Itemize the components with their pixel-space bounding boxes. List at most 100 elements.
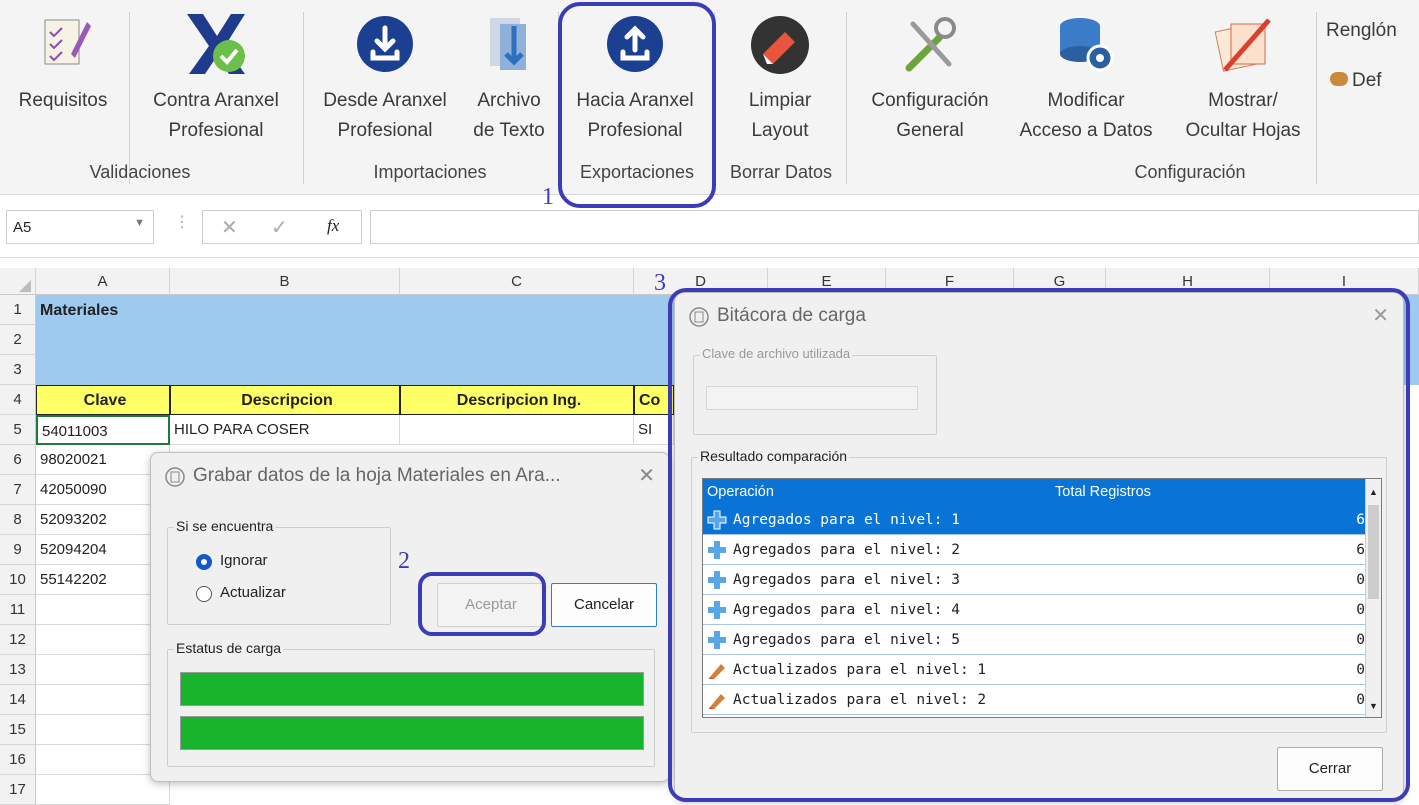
cell-b5[interactable]: HILO PARA COSER <box>170 415 400 445</box>
contra-aranxel-button[interactable]: Contra Aranxel Profesional <box>136 0 296 160</box>
bitacora-dialog: Bitácora de carga ✕ Clave de archivo uti… <box>674 292 1404 800</box>
clave-archivo-group: Clave de archivo utilizada <box>693 346 937 435</box>
row-header[interactable]: 11 <box>0 595 36 625</box>
renglon-label[interactable]: Renglón <box>1326 20 1397 42</box>
cancel-icon[interactable]: ✕ <box>221 215 238 240</box>
scroll-down-icon[interactable]: ▼ <box>1369 701 1378 711</box>
row-header[interactable]: 14 <box>0 685 36 715</box>
download-icon <box>357 16 413 72</box>
list-item[interactable]: Agregados para el nivel: 40 <box>703 595 1369 625</box>
row-header[interactable]: 6 <box>0 445 36 475</box>
column-header-a[interactable]: A <box>36 268 170 295</box>
group-borrar-datos: Borrar Datos <box>729 162 833 182</box>
upload-icon <box>607 16 663 72</box>
close-icon[interactable]: ✕ <box>1372 303 1389 328</box>
aceptar-button[interactable]: Aceptar <box>437 583 545 627</box>
cell[interactable] <box>36 775 170 805</box>
actualizar-label: Actualizar <box>220 584 286 601</box>
radio-empty-icon <box>196 586 212 602</box>
select-all-corner[interactable] <box>0 268 36 295</box>
list-item[interactable]: Agregados para el nivel: 16 <box>703 505 1369 535</box>
mostrar-label: Mostrar/Ocultar Hojas <box>1185 90 1301 141</box>
configuracion-general-button[interactable]: Configuración General <box>856 0 1004 160</box>
hacia-aranxel-button[interactable]: Hacia Aranxel Profesional <box>560 0 710 160</box>
limpiar-layout-button[interactable]: Limpiar Layout <box>720 0 840 160</box>
chevron-down-icon[interactable]: ▼ <box>134 217 145 229</box>
formula-input[interactable] <box>370 210 1419 244</box>
row-header[interactable]: 9 <box>0 535 36 565</box>
function-icon[interactable]: fx <box>327 216 339 236</box>
group-validaciones: Validaciones <box>89 162 191 182</box>
sheet-title[interactable]: Materiales <box>40 302 118 320</box>
row-header[interactable]: 5 <box>0 415 36 445</box>
scroll-thumb[interactable] <box>1368 505 1379 599</box>
archivo-texto-button[interactable]: Archivo de Texto <box>464 0 554 160</box>
column-header-row: A B C D E F G H I <box>0 268 1419 295</box>
column-header-i[interactable]: I <box>1270 268 1419 295</box>
close-icon[interactable]: ✕ <box>638 463 655 488</box>
column-header-g[interactable]: G <box>1014 268 1106 295</box>
row-header[interactable]: 7 <box>0 475 36 505</box>
formula-actions: ✕ ✓ fx <box>202 210 362 244</box>
contra-label: Contra Aranxel Profesional <box>153 90 279 141</box>
row-header[interactable]: 15 <box>0 715 36 745</box>
check-icon[interactable]: ✓ <box>271 215 288 240</box>
row-header[interactable]: 13 <box>0 655 36 685</box>
separator <box>714 12 715 184</box>
row-header[interactable]: 2 <box>0 325 36 355</box>
column-header-b[interactable]: B <box>170 268 400 295</box>
clave-archivo-field[interactable] <box>706 386 918 410</box>
annotation-2: 2 <box>398 548 410 574</box>
row-header[interactable]: 12 <box>0 625 36 655</box>
annotation-3: 3 <box>654 270 666 296</box>
row-header[interactable]: 17 <box>0 775 36 805</box>
separator <box>303 12 304 184</box>
column-header-h[interactable]: H <box>1106 268 1270 295</box>
cell-d5[interactable]: SI <box>634 415 674 445</box>
column-header-e[interactable]: E <box>768 268 886 295</box>
group-exportaciones: Exportaciones <box>579 162 695 182</box>
file-import-icon <box>490 18 526 70</box>
cerrar-button[interactable]: Cerrar <box>1277 747 1383 791</box>
col-total[interactable]: Total Registros <box>1055 479 1151 505</box>
col-operacion[interactable]: Operación <box>707 479 774 505</box>
scroll-up-icon[interactable]: ▲ <box>1369 487 1378 497</box>
row-header[interactable]: 8 <box>0 505 36 535</box>
list-item[interactable]: Actualizados para el nivel: 20 <box>703 685 1369 715</box>
app-icon <box>689 307 709 327</box>
requisitos-label: Requisitos <box>18 90 108 111</box>
cell-a5[interactable]: 54011003 <box>36 415 170 445</box>
row-header[interactable]: 3 <box>0 355 36 385</box>
header-descripcion-ing[interactable]: Descripcion Ing. <box>400 385 634 415</box>
separator <box>1316 12 1317 184</box>
header-co[interactable]: Co <box>634 385 674 415</box>
list-item[interactable]: Actualizados para el nivel: 10 <box>703 655 1369 685</box>
header-descripcion[interactable]: Descripcion <box>170 385 400 415</box>
name-box[interactable]: A5 ▼ <box>6 210 154 244</box>
si-se-encuentra-legend: Si se encuentra <box>174 518 276 534</box>
name-box-value: A5 <box>13 219 32 236</box>
requisitos-button[interactable]: Requisitos <box>4 0 122 160</box>
group-importaciones: Importaciones <box>373 162 487 182</box>
list-item[interactable]: Agregados para el nivel: 50 <box>703 625 1369 655</box>
column-header-f[interactable]: F <box>886 268 1014 295</box>
list-item[interactable]: Agregados para el nivel: 30 <box>703 565 1369 595</box>
cancelar-button[interactable]: Cancelar <box>551 583 657 627</box>
resultado-legend: Resultado comparación <box>698 448 850 464</box>
desde-aranxel-button[interactable]: Desde Aranxel Profesional <box>310 0 460 160</box>
row-header[interactable]: 1 <box>0 295 36 325</box>
mostrar-ocultar-button[interactable]: Mostrar/Ocultar Hojas <box>1168 0 1318 160</box>
modificar-acceso-button[interactable]: Modificar Acceso a Datos <box>1008 0 1164 160</box>
row-header[interactable]: 16 <box>0 745 36 775</box>
archivo-label: Archivo de Texto <box>473 90 545 141</box>
column-header-c[interactable]: C <box>400 268 634 295</box>
cell-c5[interactable] <box>400 415 634 445</box>
row-header[interactable]: 4 <box>0 385 36 415</box>
def-button[interactable]: Def <box>1330 70 1382 92</box>
scrollbar[interactable]: ▲ ▼ <box>1365 479 1381 717</box>
list-item[interactable]: Agregados para el nivel: 26 <box>703 535 1369 565</box>
row-header[interactable]: 10 <box>0 565 36 595</box>
plus-icon <box>708 541 726 559</box>
header-clave[interactable]: Clave <box>36 385 170 415</box>
plus-icon <box>708 631 726 649</box>
